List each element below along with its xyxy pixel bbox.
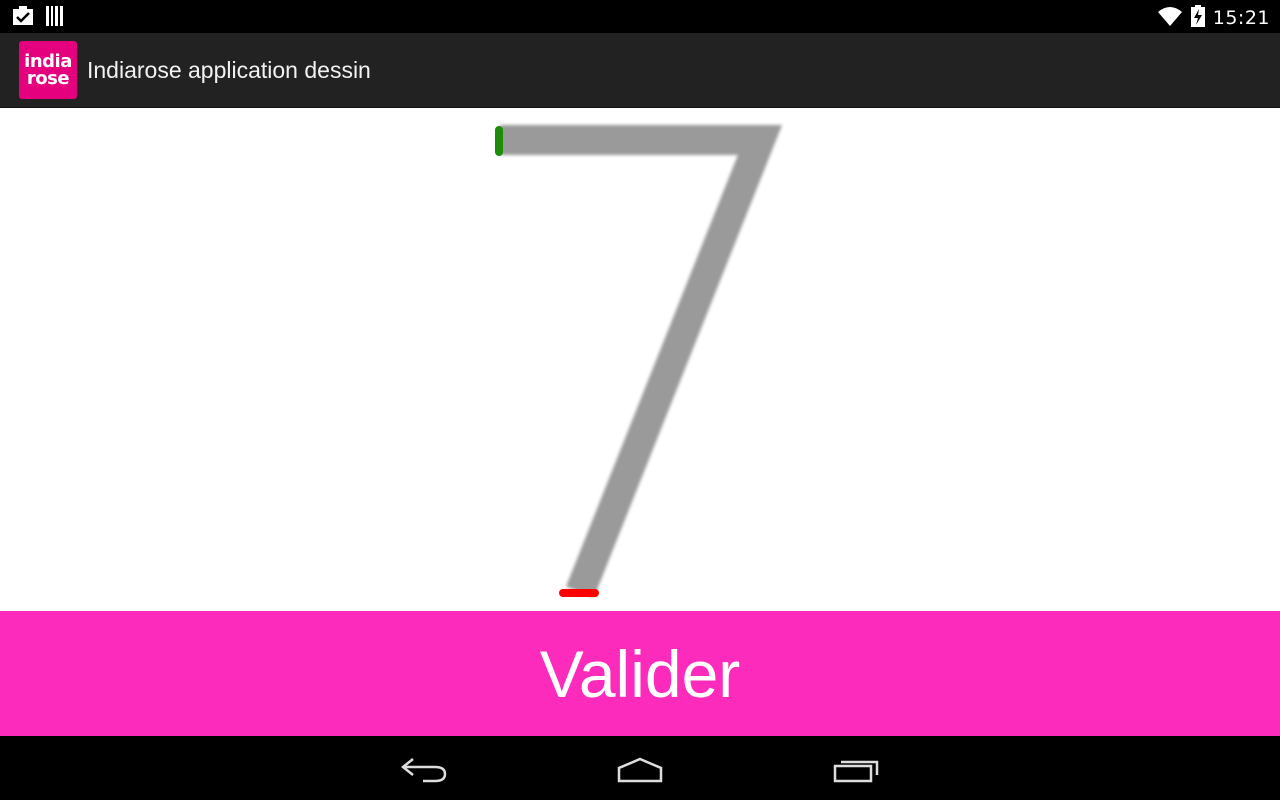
app-logo[interactable]: india rose (19, 41, 77, 99)
app-title: Indiarose application dessin (87, 57, 371, 83)
wifi-icon (1157, 6, 1183, 30)
navigation-bar (0, 736, 1280, 800)
digit-seven-guide (495, 125, 783, 598)
action-bar: india rose Indiarose application dessin (0, 33, 1280, 108)
clipboard-check-icon (12, 6, 34, 30)
digit-stroke (500, 125, 783, 598)
battery-charging-icon (1190, 5, 1205, 31)
barcode-icon (46, 6, 64, 30)
validate-button[interactable]: Valider (0, 611, 1280, 736)
home-icon (617, 757, 663, 783)
back-icon (401, 758, 447, 783)
drawing-canvas[interactable] (0, 108, 1280, 611)
status-bar: 15:21 (0, 0, 1280, 33)
back-button[interactable] (394, 750, 454, 790)
recent-apps-button[interactable] (827, 750, 887, 790)
home-button[interactable] (610, 750, 670, 790)
logo-line-2: rose (26, 68, 70, 89)
recent-apps-icon (833, 760, 879, 783)
status-clock: 15:21 (1212, 7, 1270, 29)
